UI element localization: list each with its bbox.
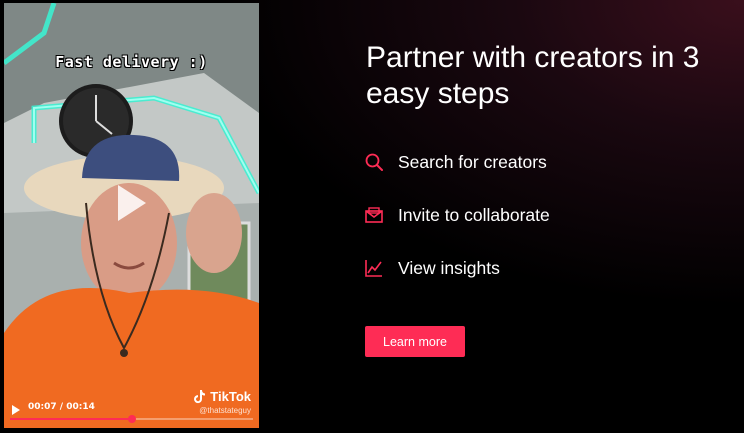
current-time: 00:07: [28, 402, 57, 412]
progress-fill: [10, 418, 132, 420]
step-invite: Invite to collaborate: [364, 201, 550, 229]
play-icon: [118, 185, 146, 221]
video-controls: 00:07 / 00:14: [4, 390, 259, 428]
step-label: View insights: [398, 257, 500, 278]
progress-knob[interactable]: [127, 415, 136, 423]
envelope-icon: [364, 205, 384, 225]
page-title: Partner with creators in 3 easy steps: [366, 41, 700, 110]
learn-more-button[interactable]: Learn more: [365, 326, 465, 357]
play-small-icon: [12, 405, 20, 415]
step-label: Search for creators: [398, 151, 547, 172]
play-button[interactable]: [110, 183, 150, 223]
play-toggle-button[interactable]: [11, 403, 21, 415]
time-separator: /: [56, 402, 67, 412]
video-caption: Fast delivery :): [55, 53, 208, 71]
search-icon: [364, 152, 384, 172]
chart-line-icon: [364, 258, 384, 278]
step-search: Search for creators: [364, 148, 550, 176]
steps-list: Search for creators Invite to collaborat…: [364, 148, 550, 307]
progress-bar[interactable]: [10, 415, 253, 423]
video-time: 00:07 / 00:14: [28, 402, 95, 412]
step-label: Invite to collaborate: [398, 204, 550, 225]
video-player[interactable]: Fast delivery :) TikTok @thatstateguy 00…: [4, 3, 259, 428]
promo-section: Fast delivery :) TikTok @thatstateguy 00…: [0, 0, 744, 433]
duration: 00:14: [66, 402, 95, 412]
step-insights: View insights: [364, 254, 550, 282]
